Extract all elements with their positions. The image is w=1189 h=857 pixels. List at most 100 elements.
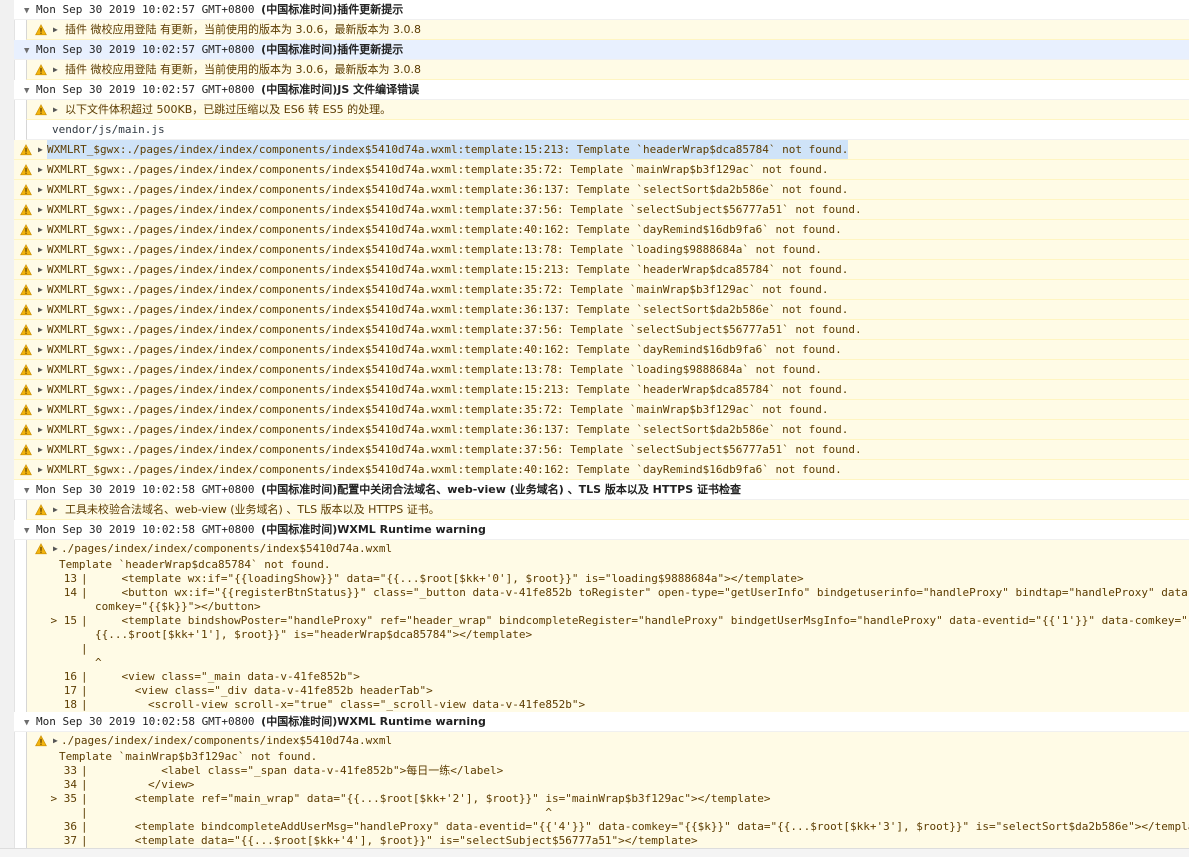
expand-arrow-icon[interactable]: ▶: [53, 60, 58, 79]
expand-arrow-icon[interactable]: ▶: [53, 100, 58, 119]
expand-triangle-icon[interactable]: ▼: [24, 1, 36, 19]
group-timestamp: Mon Sep 30 2019 10:02:58 GMT+0800: [36, 523, 262, 536]
wxml-template-warning[interactable]: ▶ WXMLRT_$gwx:./pages/index/index/compone…: [14, 360, 1189, 380]
wxml-template-warning[interactable]: ▶ WXMLRT_$gwx:./pages/index/index/compone…: [14, 320, 1189, 340]
expand-arrow-icon[interactable]: ▶: [38, 200, 43, 219]
expand-arrow-icon[interactable]: ▶: [38, 240, 43, 259]
warning-text: WXMLRT_$gwx:./pages/index/index/componen…: [47, 243, 822, 256]
wxml-template-warning[interactable]: ▶ WXMLRT_$gwx:./pages/index/index/compone…: [14, 440, 1189, 460]
warning-icon: [20, 243, 32, 256]
code-line-number: 37: [63, 834, 77, 847]
expand-arrow-icon[interactable]: ▶: [38, 300, 43, 319]
code-line-number: 33: [63, 764, 77, 777]
code-line-number: > 35: [50, 792, 78, 805]
code-line-bar: |: [81, 698, 88, 711]
warning-icon: [20, 143, 32, 156]
expand-arrow-icon[interactable]: ▶: [38, 440, 43, 459]
expand-arrow-icon[interactable]: ▶: [38, 380, 43, 399]
code-line-text: <template ref="main_wrap" data="{{...$ro…: [95, 792, 771, 805]
wxml-template-warning[interactable]: ▶ WXMLRT_$gwx:./pages/index/index/compone…: [14, 220, 1189, 240]
warning-text: 插件 微校应用登陆 有更新，当前使用的版本为 3.0.6，最新版本为 3.0.8: [65, 63, 421, 76]
console-group-header[interactable]: ▼ Mon Sep 30 2019 10:02:57 GMT+0800 (中国标准…: [14, 80, 1189, 100]
warning-icon: [35, 735, 47, 747]
wxml-template-warning[interactable]: ▶ WXMLRT_$gwx:./pages/index/index/compone…: [14, 380, 1189, 400]
wxml-template-warning[interactable]: ▶ WXMLRT_$gwx:./pages/index/index/compone…: [14, 200, 1189, 220]
expand-triangle-icon[interactable]: ▼: [24, 481, 36, 499]
warning-text: WXMLRT_$gwx:./pages/index/index/componen…: [47, 283, 829, 296]
expand-arrow-icon[interactable]: ▶: [53, 540, 58, 558]
expand-arrow-icon[interactable]: ▶: [38, 320, 43, 339]
group-timezone: (中国标准时间): [261, 83, 338, 96]
wxml-template-warning[interactable]: ▶ WXMLRT_$gwx:./pages/index/index/compone…: [14, 420, 1189, 440]
expand-triangle-icon[interactable]: ▼: [24, 81, 36, 99]
expand-triangle-icon[interactable]: ▼: [24, 521, 36, 539]
code-line-number: 16: [63, 670, 77, 683]
expand-arrow-icon[interactable]: ▶: [53, 500, 58, 519]
wxml-template-warning[interactable]: ▶ WXMLRT_$gwx:./pages/index/index/compone…: [14, 260, 1189, 280]
code-line-text: <button wx:if="{{registerBtnStatus}}" cl…: [121, 586, 1189, 599]
expand-arrow-icon[interactable]: ▶: [38, 340, 43, 359]
expand-arrow-icon[interactable]: ▶: [53, 20, 58, 39]
console-group-header[interactable]: ▼ Mon Sep 30 2019 10:02:57 GMT+0800 (中国标准…: [14, 0, 1189, 20]
runtime-warning-summary[interactable]: ▶ ./pages/index/index/components/index$54…: [27, 540, 1189, 558]
code-line-text: <template data="{{...$root[$kk+'4'], $ro…: [95, 834, 698, 847]
warning-icon: [20, 183, 32, 196]
expand-arrow-icon[interactable]: ▶: [38, 420, 43, 439]
console-group-header[interactable]: ▼ Mon Sep 30 2019 10:02:58 GMT+0800 (中国标准…: [14, 712, 1189, 732]
code-line-bar: |: [81, 614, 88, 627]
group-title: JS 文件编译错误: [337, 83, 420, 96]
code-line: {{...$root[$kk+'1'], $root}}" is="header…: [27, 628, 1189, 642]
console-group-header[interactable]: ▼ Mon Sep 30 2019 10:02:57 GMT+0800 (中国标准…: [14, 40, 1189, 60]
warning-icon: [20, 223, 32, 236]
expand-arrow-icon[interactable]: ▶: [38, 460, 43, 479]
expand-arrow-icon[interactable]: ▶: [53, 732, 58, 750]
js-file-path[interactable]: vendor/js/main.js: [26, 120, 1189, 140]
wxml-template-warning[interactable]: ▶ WXMLRT_$gwx:./pages/index/index/compone…: [14, 460, 1189, 480]
code-line-text: <template wx:if="{{loadingShow}}" data="…: [95, 572, 804, 585]
wxml-template-warning[interactable]: ▶ WXMLRT_$gwx:./pages/index/index/compone…: [14, 340, 1189, 360]
code-line: ^: [27, 656, 1189, 670]
domain-check-warning[interactable]: ▶ 工具未校验合法域名、web-view (业务域名) 、TLS 版本以及 HTT…: [26, 500, 1189, 520]
plugin-update-warning[interactable]: ▶ 插件 微校应用登陆 有更新，当前使用的版本为 3.0.6，最新版本为 3.0.…: [26, 20, 1189, 40]
expand-arrow-icon[interactable]: ▶: [38, 220, 43, 239]
warning-icon: [20, 443, 32, 456]
console-panel: ▼ Mon Sep 30 2019 10:02:57 GMT+0800 (中国标准…: [0, 0, 1189, 857]
wxml-template-warning[interactable]: ▶ WXMLRT_$gwx:./pages/index/index/compone…: [14, 240, 1189, 260]
expand-arrow-icon[interactable]: ▶: [38, 400, 43, 419]
wxml-template-warning[interactable]: ▶ WXMLRT_$gwx:./pages/index/index/compone…: [14, 280, 1189, 300]
code-line-number: > 15: [50, 614, 78, 627]
expand-arrow-icon[interactable]: ▶: [38, 140, 43, 159]
warning-icon: [35, 23, 47, 36]
wxml-template-warning[interactable]: ▶ WXMLRT_$gwx:./pages/index/index/compone…: [14, 160, 1189, 180]
plugin-update-warning[interactable]: ▶ 插件 微校应用登陆 有更新，当前使用的版本为 3.0.6，最新版本为 3.0.…: [26, 60, 1189, 80]
expand-arrow-icon[interactable]: ▶: [38, 280, 43, 299]
group-title: 插件更新提示: [337, 3, 404, 16]
expand-arrow-icon[interactable]: ▶: [38, 160, 43, 179]
group-timestamp: Mon Sep 30 2019 10:02:57 GMT+0800: [36, 43, 262, 56]
wxml-template-warning[interactable]: ▶ WXMLRT_$gwx:./pages/index/index/compone…: [14, 180, 1189, 200]
expand-arrow-icon[interactable]: ▶: [38, 360, 43, 379]
runtime-file-path: ./pages/index/index/components/index$541…: [61, 542, 393, 555]
group-timestamp: Mon Sep 30 2019 10:02:58 GMT+0800: [36, 483, 262, 496]
horizontal-scrollbar[interactable]: [0, 848, 1189, 857]
expand-triangle-icon[interactable]: ▼: [24, 713, 36, 731]
wxml-template-warning[interactable]: ▶ WXMLRT_$gwx:./pages/index/index/compone…: [14, 300, 1189, 320]
wxml-template-warning[interactable]: ▶ WXMLRT_$gwx:./pages/index/index/compone…: [14, 140, 1189, 160]
code-line-text: <view class="_div data-v-41fe852b header…: [95, 684, 433, 697]
expand-triangle-icon[interactable]: ▼: [24, 41, 36, 59]
expand-arrow-icon[interactable]: ▶: [38, 180, 43, 199]
code-line-bar: |: [81, 820, 88, 833]
wxml-template-warning[interactable]: ▶ WXMLRT_$gwx:./pages/index/index/compone…: [14, 400, 1189, 420]
code-line-text: <view class="_main data-v-41fe852b">: [95, 670, 360, 683]
group-timestamp: Mon Sep 30 2019 10:02:57 GMT+0800: [36, 83, 262, 96]
code-line: 17 | <view class="_div data-v-41fe852b he…: [27, 684, 1189, 698]
expand-arrow-icon[interactable]: ▶: [38, 260, 43, 279]
js-compile-warning[interactable]: ▶ 以下文件体积超过 500KB，已跳过压缩以及 ES6 转 ES5 的处理。: [26, 100, 1189, 120]
runtime-warning-block[interactable]: ▶ ./pages/index/index/components/index$54…: [26, 540, 1189, 712]
warning-text: WXMLRT_$gwx:./pages/index/index/componen…: [47, 203, 862, 216]
console-group-header[interactable]: ▼ Mon Sep 30 2019 10:02:58 GMT+0800 (中国标准…: [14, 520, 1189, 540]
runtime-warning-summary[interactable]: ▶ ./pages/index/index/components/index$54…: [27, 732, 1189, 750]
console-group-header[interactable]: ▼ Mon Sep 30 2019 10:02:58 GMT+0800 (中国标准…: [14, 480, 1189, 500]
group-timezone: (中国标准时间): [261, 523, 338, 536]
runtime-warning-block[interactable]: ▶ ./pages/index/index/components/index$54…: [26, 732, 1189, 848]
